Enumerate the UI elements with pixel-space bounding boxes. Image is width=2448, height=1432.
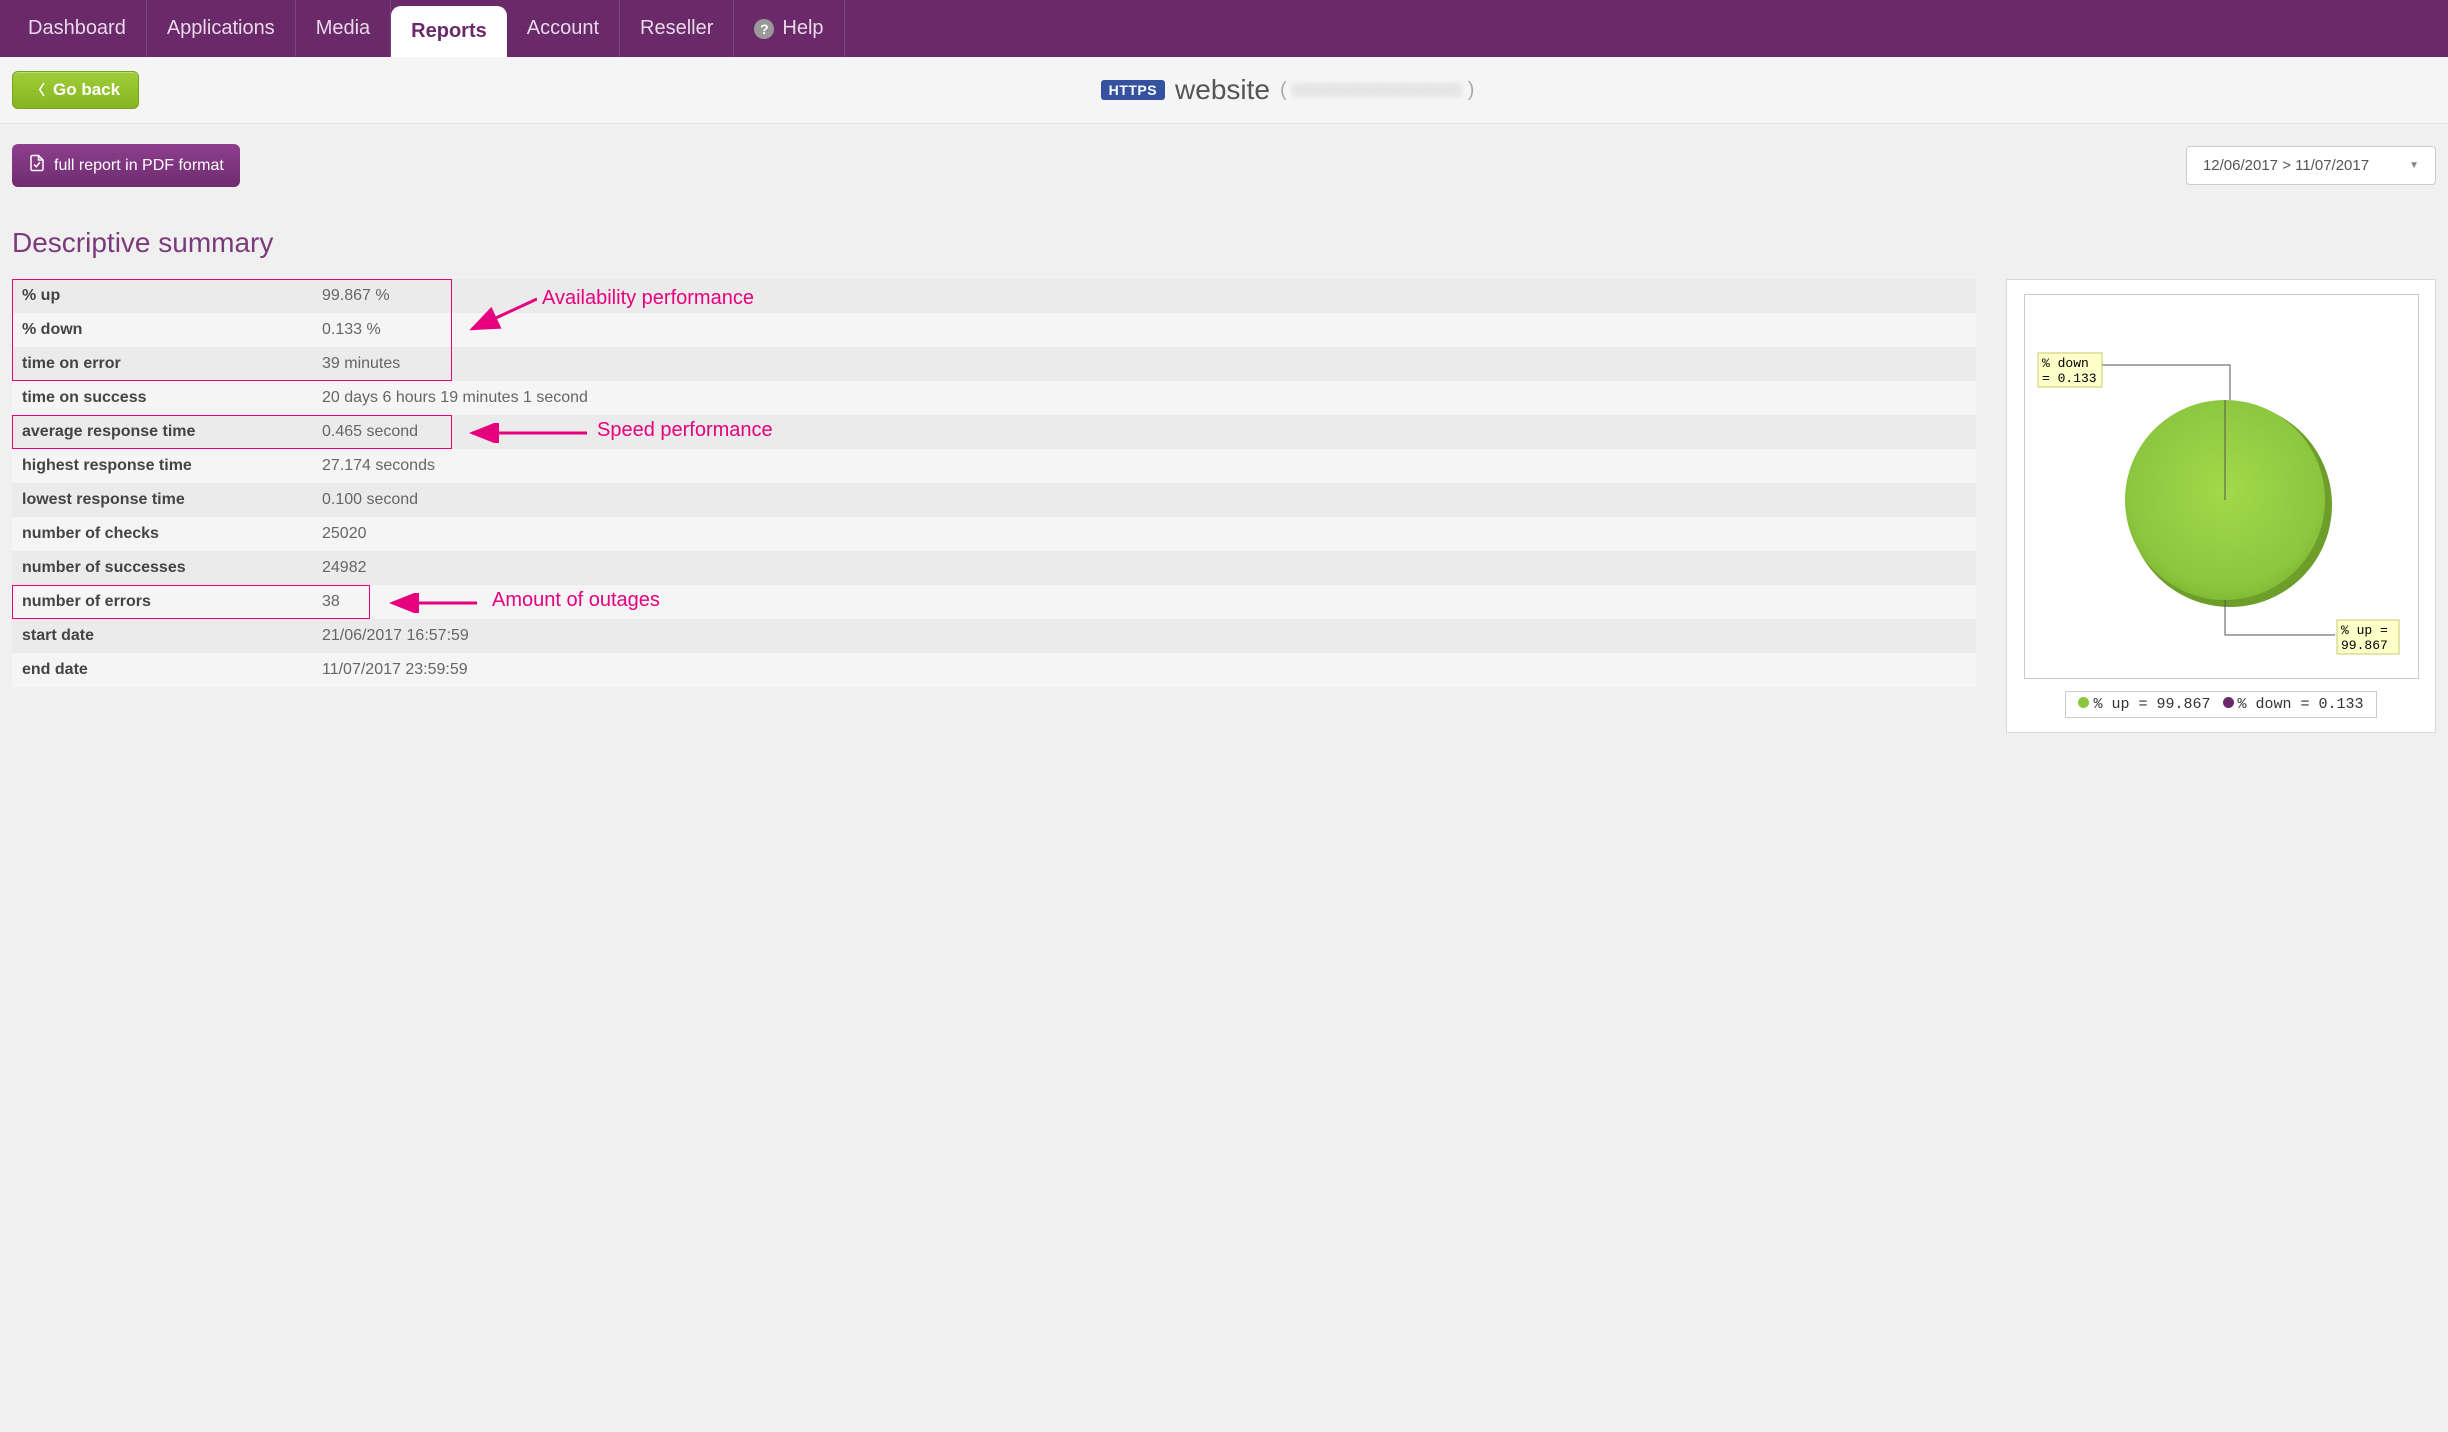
row-key: number of checks	[12, 517, 312, 551]
chevron-left-icon: 〈	[31, 80, 45, 100]
toolbar-title: HTTPS website ( )	[139, 74, 2436, 106]
table-row: lowest response time0.100 second	[12, 483, 1976, 517]
nav-label: Media	[316, 17, 370, 40]
page-title: Descriptive summary	[12, 227, 2436, 259]
callout-up: % up = 99.867	[2337, 620, 2399, 654]
https-badge: HTTPS	[1101, 80, 1165, 100]
row-value: 99.867 %	[312, 279, 1976, 313]
pdf-label: full report in PDF format	[54, 157, 224, 175]
nav-dashboard[interactable]: Dashboard	[8, 0, 147, 57]
table-row: % up99.867 %	[12, 279, 1976, 313]
table-row: number of errors38	[12, 585, 1976, 619]
callout-down: % down = 0.133	[2038, 353, 2102, 387]
pie-chart: % down = 0.133 % up = 99.867	[2035, 305, 2410, 665]
nav-reports[interactable]: Reports	[391, 6, 507, 57]
row-key: average response time	[12, 415, 312, 449]
date-range-value: 12/06/2017 > 11/07/2017	[2203, 157, 2369, 174]
redacted-url	[1292, 83, 1462, 97]
row-value: 27.174 seconds	[312, 449, 1976, 483]
toolbar: 〈 Go back HTTPS website ( )	[0, 57, 2448, 124]
chart-legend: % up = 99.867 % down = 0.133	[2065, 691, 2376, 718]
go-back-label: Go back	[53, 80, 120, 100]
row-value: 20 days 6 hours 19 minutes 1 second	[312, 381, 1976, 415]
row-key: % up	[12, 279, 312, 313]
row-value: 11/07/2017 23:59:59	[312, 653, 1976, 687]
row-value: 0.100 second	[312, 483, 1976, 517]
svg-text:= 0.133: = 0.133	[2042, 371, 2097, 386]
row-value: 24982	[312, 551, 1976, 585]
legend-up: % up = 99.867	[2078, 696, 2210, 713]
table-row: average response time0.465 second	[12, 415, 1976, 449]
nav-label: Reports	[411, 20, 487, 43]
row-key: end date	[12, 653, 312, 687]
nav-label: Help	[782, 17, 823, 40]
table-row: number of checks25020	[12, 517, 1976, 551]
nav-label: Applications	[167, 17, 275, 40]
two-col: % up99.867 %% down0.133 %time on error39…	[12, 279, 2436, 733]
row-key: number of errors	[12, 585, 312, 619]
row-value: 21/06/2017 16:57:59	[312, 619, 1976, 653]
svg-text:99.867: 99.867	[2341, 638, 2388, 653]
dot-down-icon	[2223, 697, 2234, 708]
chevron-down-icon: ▼	[2409, 160, 2419, 171]
row-key: time on success	[12, 381, 312, 415]
chart-panel: % down = 0.133 % up = 99.867 % up = 99.8…	[2006, 279, 2436, 733]
table-row: time on error39 minutes	[12, 347, 1976, 381]
table-row: number of successes24982	[12, 551, 1976, 585]
table-row: start date21/06/2017 16:57:59	[12, 619, 1976, 653]
svg-text:% down: % down	[2042, 356, 2089, 371]
nav-account[interactable]: Account	[507, 0, 620, 57]
nav-reseller[interactable]: Reseller	[620, 0, 734, 57]
row-key: start date	[12, 619, 312, 653]
content: full report in PDF format 12/06/2017 > 1…	[0, 124, 2448, 753]
nav-label: Account	[527, 17, 599, 40]
summary-table-wrap: % up99.867 %% down0.133 %time on error39…	[12, 279, 1976, 687]
site-name: website	[1175, 74, 1270, 106]
row-key: time on error	[12, 347, 312, 381]
row-value: 39 minutes	[312, 347, 1976, 381]
nav-label: Reseller	[640, 17, 713, 40]
svg-text:% up =: % up =	[2341, 623, 2388, 638]
summary-table: % up99.867 %% down0.133 %time on error39…	[12, 279, 1976, 687]
pie-wrap: % down = 0.133 % up = 99.867	[2024, 294, 2419, 679]
table-row: time on success20 days 6 hours 19 minute…	[12, 381, 1976, 415]
table-row: highest response time27.174 seconds	[12, 449, 1976, 483]
legend-down: % down = 0.133	[2223, 696, 2364, 713]
row-key: highest response time	[12, 449, 312, 483]
actions-row: full report in PDF format 12/06/2017 > 1…	[12, 144, 2436, 187]
help-icon: ?	[754, 19, 774, 39]
nav-help[interactable]: ? Help	[734, 0, 844, 57]
row-value: 38	[312, 585, 1976, 619]
dot-up-icon	[2078, 697, 2089, 708]
pdf-report-button[interactable]: full report in PDF format	[12, 144, 240, 187]
row-key: lowest response time	[12, 483, 312, 517]
nav-media[interactable]: Media	[296, 0, 391, 57]
top-nav: Dashboard Applications Media Reports Acc…	[0, 0, 2448, 57]
nav-applications[interactable]: Applications	[147, 0, 296, 57]
pdf-icon	[28, 154, 46, 177]
nav-label: Dashboard	[28, 17, 126, 40]
row-value: 0.465 second	[312, 415, 1976, 449]
row-value: 25020	[312, 517, 1976, 551]
site-url: ( )	[1280, 79, 1474, 102]
date-range-select[interactable]: 12/06/2017 > 11/07/2017 ▼	[2186, 146, 2436, 185]
go-back-button[interactable]: 〈 Go back	[12, 71, 139, 109]
row-key: % down	[12, 313, 312, 347]
row-key: number of successes	[12, 551, 312, 585]
row-value: 0.133 %	[312, 313, 1976, 347]
table-row: end date11/07/2017 23:59:59	[12, 653, 1976, 687]
table-row: % down0.133 %	[12, 313, 1976, 347]
chart-panel-wrap: % down = 0.133 % up = 99.867 % up = 99.8…	[2006, 279, 2436, 733]
